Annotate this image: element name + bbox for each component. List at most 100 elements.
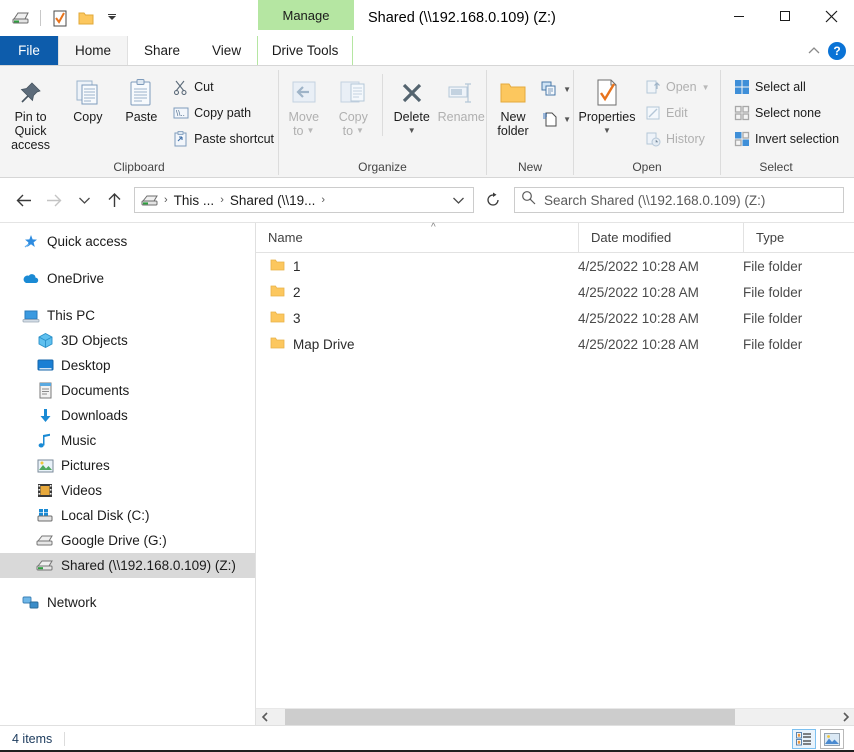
copy-to-caret-icon[interactable]: ▼	[356, 124, 364, 138]
cut-button[interactable]: Cut	[168, 75, 278, 99]
ribbon-group-label-clipboard: Clipboard	[113, 160, 165, 174]
new-item-button[interactable]: ▼	[539, 77, 573, 101]
file-name: 2	[293, 284, 301, 300]
network-drive-icon[interactable]	[10, 7, 32, 29]
new-folder-icon[interactable]	[75, 7, 97, 29]
invert-selection-button[interactable]: Invert selection	[729, 127, 843, 151]
scrollbar-thumb[interactable]	[285, 708, 735, 726]
sidebar-item-local-disk-c[interactable]: Local Disk (C:)	[0, 503, 255, 528]
tab-home[interactable]: Home	[58, 36, 129, 65]
select-all-button[interactable]: Select all	[729, 75, 843, 99]
move-to-button[interactable]: Move to ▼	[279, 72, 329, 138]
properties-button[interactable]: Properties ▼	[574, 72, 640, 138]
sidebar-item-videos[interactable]: Videos	[0, 478, 255, 503]
sidebar-item-3d-objects[interactable]: 3D Objects	[0, 328, 255, 353]
paste-shortcut-button[interactable]: Paste shortcut	[168, 127, 278, 151]
tab-file[interactable]: File	[0, 36, 58, 65]
help-button[interactable]: ?	[828, 41, 846, 60]
recent-locations-button[interactable]	[70, 186, 98, 214]
title-bar: Manage Shared (\\192.168.0.109) (Z:)	[0, 0, 854, 36]
pin-to-quick-access-button[interactable]: Pin to Quick access	[0, 72, 61, 152]
horizontal-scrollbar[interactable]	[256, 708, 854, 726]
breadcrumb-separator-2[interactable]: ›	[318, 194, 328, 206]
paste-button[interactable]: Paste	[115, 72, 168, 124]
breadcrumb-separator-1[interactable]: ›	[217, 194, 227, 206]
column-header-name[interactable]: Name ^	[256, 221, 578, 253]
new-folder-button[interactable]: New folder	[487, 72, 539, 138]
details-view-button[interactable]	[792, 729, 816, 749]
select-none-button[interactable]: Select none	[729, 101, 843, 125]
scrollbar-track[interactable]	[273, 708, 837, 726]
back-button[interactable]	[10, 186, 38, 214]
open-label: Open	[666, 80, 697, 94]
sidebar-item-shared-z[interactable]: Shared (\\192.168.0.109) (Z:)	[0, 553, 255, 578]
sidebar-item-desktop[interactable]: Desktop	[0, 353, 255, 378]
chevron-up-icon[interactable]	[802, 39, 826, 63]
tab-view[interactable]: View	[196, 36, 258, 65]
easy-access-caret-icon[interactable]: ▼	[563, 115, 571, 124]
move-to-caret-icon[interactable]: ▼	[307, 124, 315, 138]
table-row[interactable]: Map Drive 4/25/2022 10:28 AM File folder	[256, 331, 854, 357]
table-row[interactable]: 1 4/25/2022 10:28 AM File folder	[256, 253, 854, 279]
sidebar-item-onedrive[interactable]: OneDrive	[0, 266, 255, 291]
open-button[interactable]: Open ▼	[640, 75, 714, 99]
column-header-date-modified[interactable]: Date modified	[578, 222, 743, 253]
sidebar-item-this-pc[interactable]: This PC	[0, 303, 255, 328]
copy-path-button[interactable]: \\.. Copy path	[168, 101, 278, 125]
sidebar-item-quick-access[interactable]: Quick access	[0, 229, 255, 254]
onedrive-cloud-icon	[22, 270, 40, 288]
sidebar-item-pictures[interactable]: Pictures	[0, 453, 255, 478]
column-header-type[interactable]: Type	[743, 222, 853, 253]
paste-icon	[127, 76, 155, 110]
close-button[interactable]	[808, 0, 854, 32]
sidebar-label-3d-objects: 3D Objects	[61, 333, 128, 348]
breadcrumb[interactable]: › This ... › Shared (\\19... ›	[134, 187, 474, 213]
ribbon: Pin to Quick access Copy Paste Cut \\.. …	[0, 66, 854, 178]
search-input[interactable]	[544, 192, 837, 208]
properties-caret-icon[interactable]: ▼	[603, 124, 611, 138]
breadcrumb-item-shared[interactable]: Shared (\\19...	[227, 193, 319, 208]
new-item-caret-icon[interactable]: ▼	[563, 85, 571, 94]
breadcrumb-item-this-pc[interactable]: This ...	[171, 193, 218, 208]
table-row[interactable]: 2 4/25/2022 10:28 AM File folder	[256, 279, 854, 305]
breadcrumb-separator-0[interactable]: ›	[161, 194, 171, 206]
forward-button[interactable]	[40, 186, 68, 214]
organize-inner-separator	[382, 74, 383, 136]
sidebar-item-downloads[interactable]: Downloads	[0, 403, 255, 428]
up-button[interactable]	[100, 186, 128, 214]
sidebar-item-network[interactable]: Network	[0, 590, 255, 615]
open-caret-icon[interactable]: ▼	[702, 83, 710, 92]
delete-caret-icon[interactable]: ▼	[408, 124, 416, 138]
sidebar-label-documents: Documents	[61, 383, 130, 398]
large-icons-view-button[interactable]	[820, 729, 844, 749]
customize-dropdown-icon[interactable]	[101, 7, 123, 29]
search-box[interactable]	[514, 187, 844, 213]
move-to-label-line2: to	[293, 124, 304, 138]
copy-to-icon	[338, 76, 368, 110]
minimize-button[interactable]	[716, 0, 762, 32]
sidebar-item-documents[interactable]: Documents	[0, 378, 255, 403]
delete-button[interactable]: Delete ▼	[387, 72, 437, 138]
file-type: File folder	[743, 284, 803, 300]
sidebar-item-music[interactable]: Music	[0, 428, 255, 453]
properties-checklist-icon[interactable]	[49, 7, 71, 29]
rename-icon	[446, 76, 476, 110]
history-button[interactable]: History	[640, 127, 714, 151]
table-row[interactable]: 3 4/25/2022 10:28 AM File folder	[256, 305, 854, 331]
scroll-right-arrow-icon[interactable]	[837, 709, 854, 726]
rename-button[interactable]: Rename	[436, 72, 486, 124]
copy-to-button[interactable]: Copy to ▼	[329, 72, 379, 138]
ribbon-group-select: Select all Select none Invert selection …	[721, 66, 854, 177]
scroll-left-arrow-icon[interactable]	[256, 709, 273, 726]
refresh-button[interactable]	[480, 187, 506, 213]
sort-ascending-icon: ^	[431, 221, 436, 233]
copy-button[interactable]: Copy	[61, 72, 114, 124]
ribbon-group-clipboard: Pin to Quick access Copy Paste Cut \\.. …	[0, 66, 278, 177]
sidebar-item-google-drive-g[interactable]: Google Drive (G:)	[0, 528, 255, 553]
chevron-down-icon[interactable]	[447, 196, 469, 205]
tab-share[interactable]: Share	[128, 36, 197, 65]
edit-button[interactable]: Edit	[640, 101, 714, 125]
maximize-button[interactable]	[762, 0, 808, 32]
tab-drive-tools[interactable]: Drive Tools	[257, 36, 354, 65]
easy-access-button[interactable]: ▼	[539, 107, 573, 131]
